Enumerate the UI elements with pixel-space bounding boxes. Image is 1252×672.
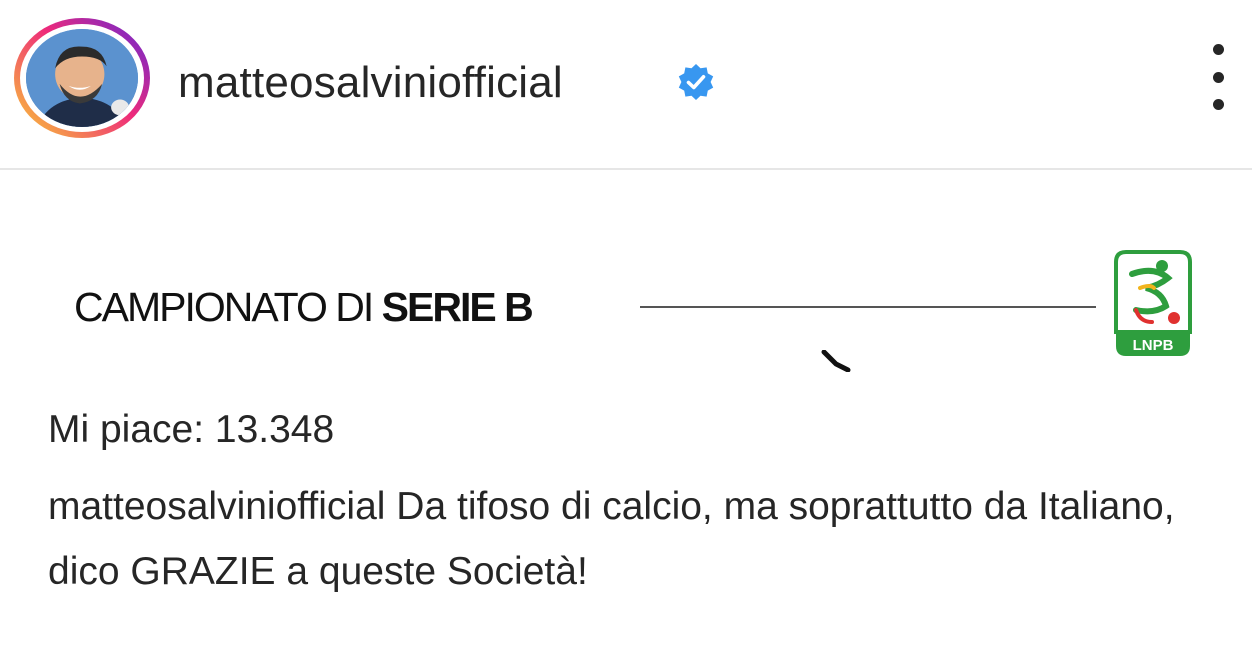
caption-username[interactable]: matteosalviniofficial: [48, 485, 385, 528]
post-username[interactable]: matteosalviniofficial: [178, 58, 563, 108]
verified-badge-icon: [678, 64, 714, 100]
image-mark: [821, 350, 851, 372]
lnpb-logo: LNPB: [1114, 250, 1192, 356]
likes-count[interactable]: Mi piace: 13.348: [48, 408, 334, 452]
post-image[interactable]: CAMPIONATO DI SERIE B LNPB: [0, 172, 1252, 392]
image-title: CAMPIONATO DI SERIE B: [74, 284, 534, 330]
more-options-icon[interactable]: [1200, 44, 1236, 110]
svg-text:LNPB: LNPB: [1133, 337, 1174, 354]
story-ring[interactable]: [14, 18, 150, 138]
avatar-photo: [26, 29, 138, 127]
divider-line: [640, 306, 1096, 308]
avatar[interactable]: [26, 29, 138, 127]
post-caption: matteosalviniofficial Da tifoso di calci…: [48, 474, 1198, 604]
post-header: matteosalviniofficial: [0, 0, 1252, 170]
